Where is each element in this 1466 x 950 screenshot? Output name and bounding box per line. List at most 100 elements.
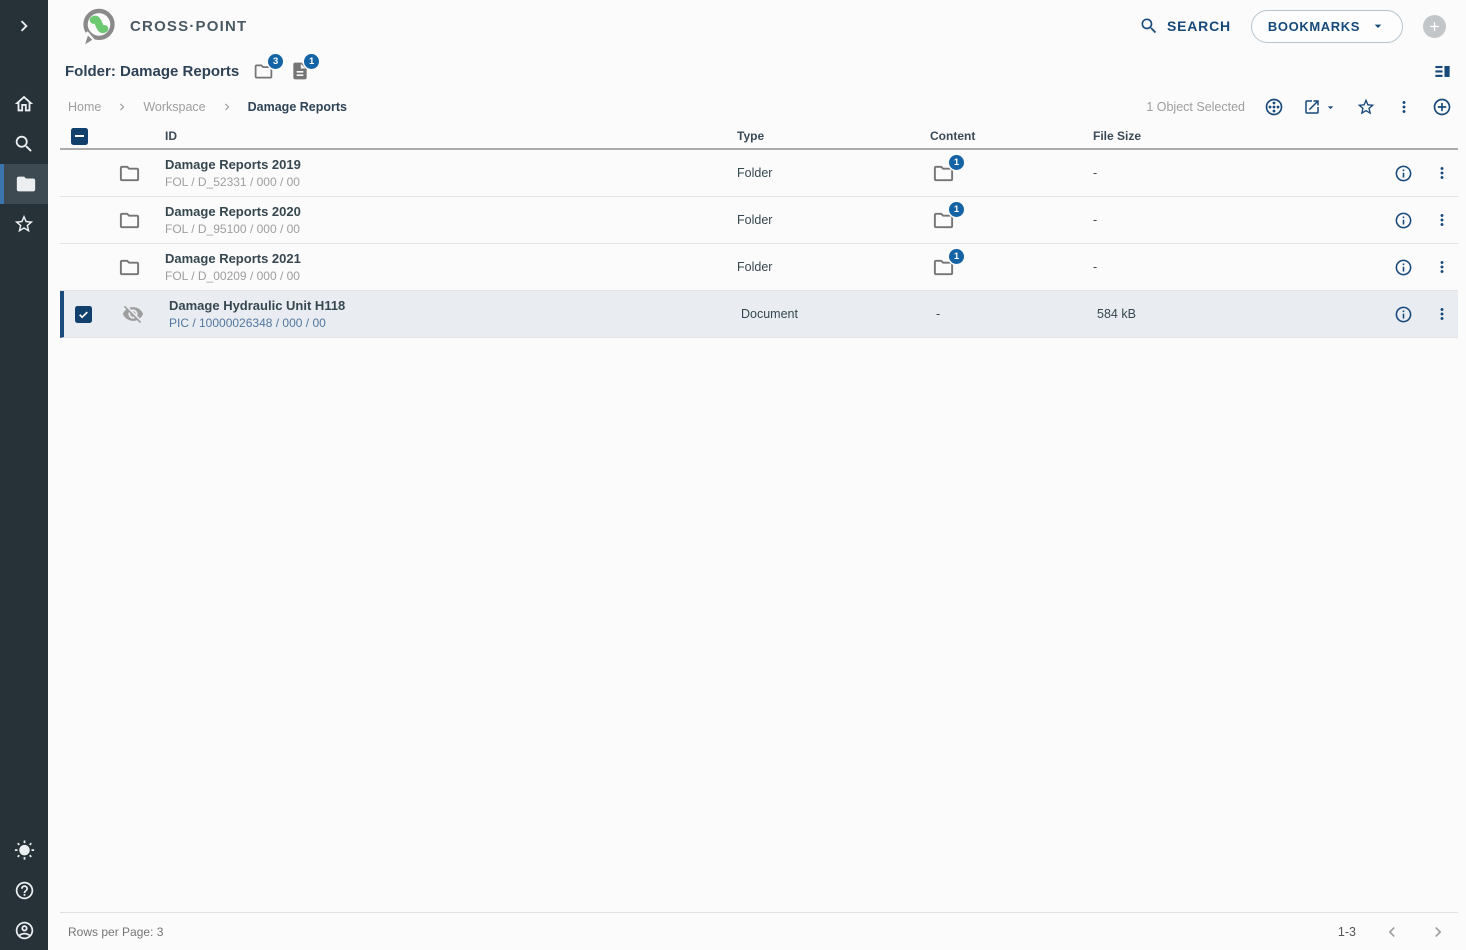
- main-area: CROSS·POINT SEARCH BOOKMARKS Folder: Dam…: [48, 0, 1466, 950]
- document-count-indicator: 1: [290, 61, 310, 81]
- row-menu-button[interactable]: [1433, 305, 1451, 323]
- reel-wheel-icon: [1264, 97, 1284, 117]
- row-file-size: -: [1093, 260, 1340, 274]
- cross-point-logo-icon: [80, 7, 118, 45]
- search-label: SEARCH: [1167, 18, 1231, 34]
- folder-count-badge: 3: [268, 54, 283, 69]
- sidebar-nav: [0, 84, 48, 244]
- column-header-content: Content: [930, 129, 1093, 143]
- breadcrumb-toolbar: Home Workspace Damage Reports 1 Object S…: [48, 90, 1466, 124]
- row-title: Damage Hydraulic Unit H118: [169, 297, 741, 315]
- kebab-menu-icon: [1395, 98, 1413, 116]
- selection-toolbar: 1 Object Selected: [1146, 97, 1452, 117]
- info-icon: [1394, 211, 1413, 230]
- row-title: Damage Reports 2020: [165, 203, 737, 221]
- table-row[interactable]: Damage Reports 2020 FOL / D_95100 / 000 …: [60, 197, 1458, 244]
- search-icon: [13, 133, 35, 155]
- table-row[interactable]: Damage Reports 2021 FOL / D_00209 / 000 …: [60, 244, 1458, 291]
- info-button[interactable]: [1394, 211, 1413, 230]
- row-checkbox-checked[interactable]: [75, 306, 92, 323]
- previous-page-button[interactable]: [1382, 922, 1402, 942]
- row-menu-button[interactable]: [1433, 164, 1451, 182]
- info-button[interactable]: [1394, 305, 1413, 324]
- column-header-file-size: File Size: [1093, 129, 1340, 143]
- content-indicator: 1: [932, 256, 955, 279]
- table-row-selected[interactable]: Damage Hydraulic Unit H118 PIC / 1000002…: [60, 291, 1458, 338]
- side-panel-toggle-button[interactable]: [1433, 62, 1452, 81]
- info-button[interactable]: [1394, 258, 1413, 277]
- chevron-left-icon: [1382, 922, 1402, 942]
- row-type: Folder: [737, 260, 930, 274]
- eye-off-icon: [122, 303, 144, 325]
- page-header: Folder: Damage Reports 3 1: [48, 52, 1466, 90]
- breadcrumb-item-home[interactable]: Home: [68, 100, 101, 114]
- table-header: ID Type Content File Size: [60, 124, 1458, 150]
- search-icon: [1139, 16, 1159, 36]
- search-button[interactable]: SEARCH: [1139, 16, 1231, 36]
- folder-icon: [15, 173, 37, 195]
- sidebar-item-folders[interactable]: [0, 164, 48, 204]
- help-icon: [14, 880, 35, 901]
- kebab-menu-icon: [1433, 305, 1451, 323]
- theme-toggle-button[interactable]: [0, 830, 48, 870]
- kebab-menu-icon: [1433, 164, 1451, 182]
- folder-icon: [118, 256, 141, 279]
- more-actions-button[interactable]: [1395, 98, 1413, 116]
- select-all-checkbox[interactable]: [71, 128, 88, 145]
- next-page-button[interactable]: [1428, 922, 1448, 942]
- page-range: 1-3: [1338, 925, 1356, 939]
- side-panel-icon: [1433, 62, 1452, 81]
- chevron-right-icon: [1428, 922, 1448, 942]
- sidebar-item-home[interactable]: [0, 84, 48, 124]
- content-indicator: 1: [932, 209, 955, 232]
- export-button[interactable]: [1303, 98, 1337, 116]
- content-indicator: 1: [932, 162, 955, 185]
- content-empty-space: [48, 338, 1466, 912]
- breadcrumb-item-current: Damage Reports: [248, 100, 347, 114]
- bookmarks-button[interactable]: BOOKMARKS: [1251, 10, 1403, 43]
- row-file-size: -: [1093, 166, 1340, 180]
- help-button[interactable]: [0, 870, 48, 910]
- info-icon: [1394, 305, 1413, 324]
- home-icon: [13, 93, 35, 115]
- sidebar-item-search[interactable]: [0, 124, 48, 164]
- pagination-footer: Rows per Page: 3 1-3: [60, 912, 1458, 950]
- object-table: ID Type Content File Size Damage Reports…: [60, 124, 1458, 338]
- sidebar-item-favorites[interactable]: [0, 204, 48, 244]
- folder-icon: [118, 209, 141, 232]
- row-id: FOL / D_52331 / 000 / 00: [165, 174, 737, 190]
- row-content: -: [934, 307, 1097, 321]
- column-header-type: Type: [737, 129, 930, 143]
- sidebar-expand-button[interactable]: [0, 6, 48, 46]
- favorite-button[interactable]: [1356, 97, 1376, 117]
- add-bookmark-button[interactable]: [1423, 15, 1446, 38]
- star-icon: [13, 213, 35, 235]
- plus-circle-icon: [1432, 97, 1452, 117]
- column-header-id: ID: [165, 129, 737, 143]
- row-title: Damage Reports 2021: [165, 250, 737, 268]
- chevron-right-icon: [220, 100, 234, 114]
- document-count-badge: 1: [304, 54, 319, 69]
- row-file-size: 584 kB: [1097, 307, 1344, 321]
- topbar: CROSS·POINT SEARCH BOOKMARKS: [48, 0, 1466, 52]
- chevron-down-icon: [1324, 101, 1337, 114]
- breadcrumb-item-workspace[interactable]: Workspace: [143, 100, 205, 114]
- table-row[interactable]: Damage Reports 2019 FOL / D_52331 / 000 …: [60, 150, 1458, 197]
- row-type: Document: [741, 307, 934, 321]
- open-in-new-icon: [1303, 98, 1321, 116]
- row-title: Damage Reports 2019: [165, 156, 737, 174]
- row-menu-button[interactable]: [1433, 258, 1451, 276]
- viewer-button[interactable]: [1264, 97, 1284, 117]
- plus-icon: [1427, 19, 1442, 34]
- content-count-badge: 1: [949, 202, 964, 217]
- add-object-button[interactable]: [1432, 97, 1452, 117]
- info-icon: [1394, 164, 1413, 183]
- row-type: Folder: [737, 166, 930, 180]
- brand: CROSS·POINT: [80, 7, 247, 45]
- account-button[interactable]: [0, 910, 48, 950]
- row-id: FOL / D_95100 / 000 / 00: [165, 221, 737, 237]
- row-menu-button[interactable]: [1433, 211, 1451, 229]
- kebab-menu-icon: [1433, 211, 1451, 229]
- bookmarks-label: BOOKMARKS: [1268, 19, 1360, 34]
- info-button[interactable]: [1394, 164, 1413, 183]
